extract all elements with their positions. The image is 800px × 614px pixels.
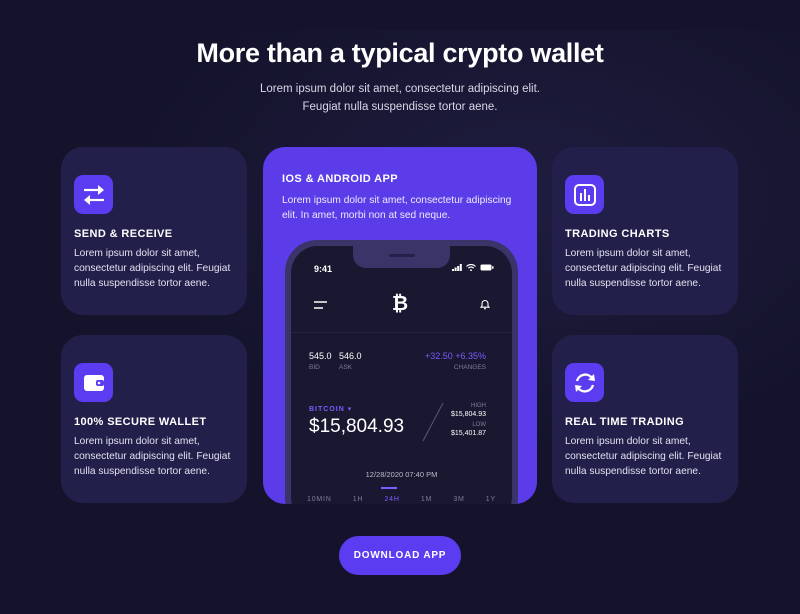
range-tab-24h[interactable]: 24H bbox=[384, 496, 399, 503]
coin-price: $15,804.93 bbox=[309, 416, 405, 437]
coin-label: BITCOIN bbox=[309, 406, 345, 413]
caret-down-icon: ▾ bbox=[347, 406, 353, 413]
subtitle-line-1: Lorem ipsum dolor sit amet, consectetur … bbox=[260, 83, 540, 95]
bitcoin-logo-icon: ₿ bbox=[392, 291, 408, 315]
feature-card-send-receive: SEND & RECEIVE Lorem ipsum dolor sit ame… bbox=[61, 147, 247, 315]
app-card-text: Lorem ipsum dolor sit amet, consectetur … bbox=[282, 195, 512, 221]
high-label: HIGH bbox=[471, 403, 486, 409]
wallet-icon bbox=[74, 363, 113, 402]
ask-label: ASK bbox=[339, 364, 353, 371]
status-icons bbox=[452, 264, 494, 271]
feature-card-secure-wallet: 100% SECURE WALLET Lorem ipsum dolor sit… bbox=[61, 335, 247, 503]
bid-label: BID bbox=[309, 364, 320, 371]
bid-value: 545.0 bbox=[309, 351, 332, 361]
time-range-tabs: 10MIN 1H 24H 1M 3M 1Y bbox=[307, 496, 496, 503]
feature-card-real-time-trading: REAL TIME TRADING Lorem ipsum dolor sit … bbox=[552, 335, 738, 503]
bar-chart-icon bbox=[565, 175, 604, 214]
signal-icon bbox=[452, 264, 462, 271]
app-card: IOS & ANDROID APP Lorem ipsum dolor sit … bbox=[263, 147, 537, 504]
feature-title: REAL TIME TRADING bbox=[565, 416, 685, 428]
active-range-indicator bbox=[381, 487, 397, 489]
range-tab-10min[interactable]: 10MIN bbox=[307, 496, 332, 503]
range-tab-1y[interactable]: 1Y bbox=[486, 496, 496, 503]
range-tab-1m[interactable]: 1M bbox=[421, 496, 432, 503]
feature-title: 100% SECURE WALLET bbox=[74, 416, 207, 428]
bell-icon[interactable] bbox=[480, 299, 490, 310]
feature-text: Lorem ipsum dolor sit amet, consectetur … bbox=[565, 248, 722, 289]
app-card-title: IOS & ANDROID APP bbox=[282, 173, 398, 185]
battery-icon bbox=[480, 264, 494, 271]
feature-text: Lorem ipsum dolor sit amet, consectetur … bbox=[74, 248, 231, 289]
svg-text:₿: ₿ bbox=[392, 291, 408, 315]
transfer-arrows-icon bbox=[74, 175, 113, 214]
chart-date: 12/28/2020 07:40 PM bbox=[365, 470, 438, 479]
feature-title: SEND & RECEIVE bbox=[74, 228, 173, 240]
download-app-button[interactable]: DOWNLOAD APP bbox=[339, 536, 461, 575]
refresh-icon bbox=[565, 363, 604, 402]
ask-value: 546.0 bbox=[339, 351, 362, 361]
phone-notch bbox=[353, 246, 450, 268]
status-time: 9:41 bbox=[314, 264, 333, 274]
wifi-icon bbox=[466, 264, 476, 271]
phone-mockup: 9:41 ₿ 545.0 546.0 BID ASK +32.50 +6.35%… bbox=[285, 240, 518, 504]
subtitle-line-2: Feugiat nulla suspendisse tortor aene. bbox=[302, 101, 498, 113]
header-divider bbox=[291, 332, 512, 333]
feature-card-trading-charts: TRADING CHARTS Lorem ipsum dolor sit ame… bbox=[552, 147, 738, 315]
price-divider-line bbox=[422, 402, 444, 442]
phone-screen: 9:41 ₿ 545.0 546.0 BID ASK +32.50 +6.35%… bbox=[291, 246, 512, 504]
menu-icon[interactable] bbox=[314, 301, 327, 309]
feature-text: Lorem ipsum dolor sit amet, consectetur … bbox=[74, 436, 231, 477]
range-tab-3m[interactable]: 3M bbox=[453, 496, 464, 503]
page-subtitle: Lorem ipsum dolor sit amet, consectetur … bbox=[200, 80, 600, 116]
range-tab-1h[interactable]: 1H bbox=[353, 496, 364, 503]
low-value: $15,401.87 bbox=[450, 430, 486, 437]
phone-speaker bbox=[389, 254, 415, 257]
feature-text: Lorem ipsum dolor sit amet, consectetur … bbox=[565, 436, 722, 477]
change-value: +32.50 +6.35% bbox=[424, 351, 486, 361]
page-title: More than a typical crypto wallet bbox=[196, 38, 604, 68]
feature-title: TRADING CHARTS bbox=[565, 228, 670, 240]
change-label: CHANGES bbox=[453, 364, 486, 371]
coin-selector[interactable]: BITCOIN ▾ bbox=[309, 405, 352, 413]
low-label: LOW bbox=[472, 422, 486, 428]
high-value: $15,804.93 bbox=[450, 411, 486, 418]
